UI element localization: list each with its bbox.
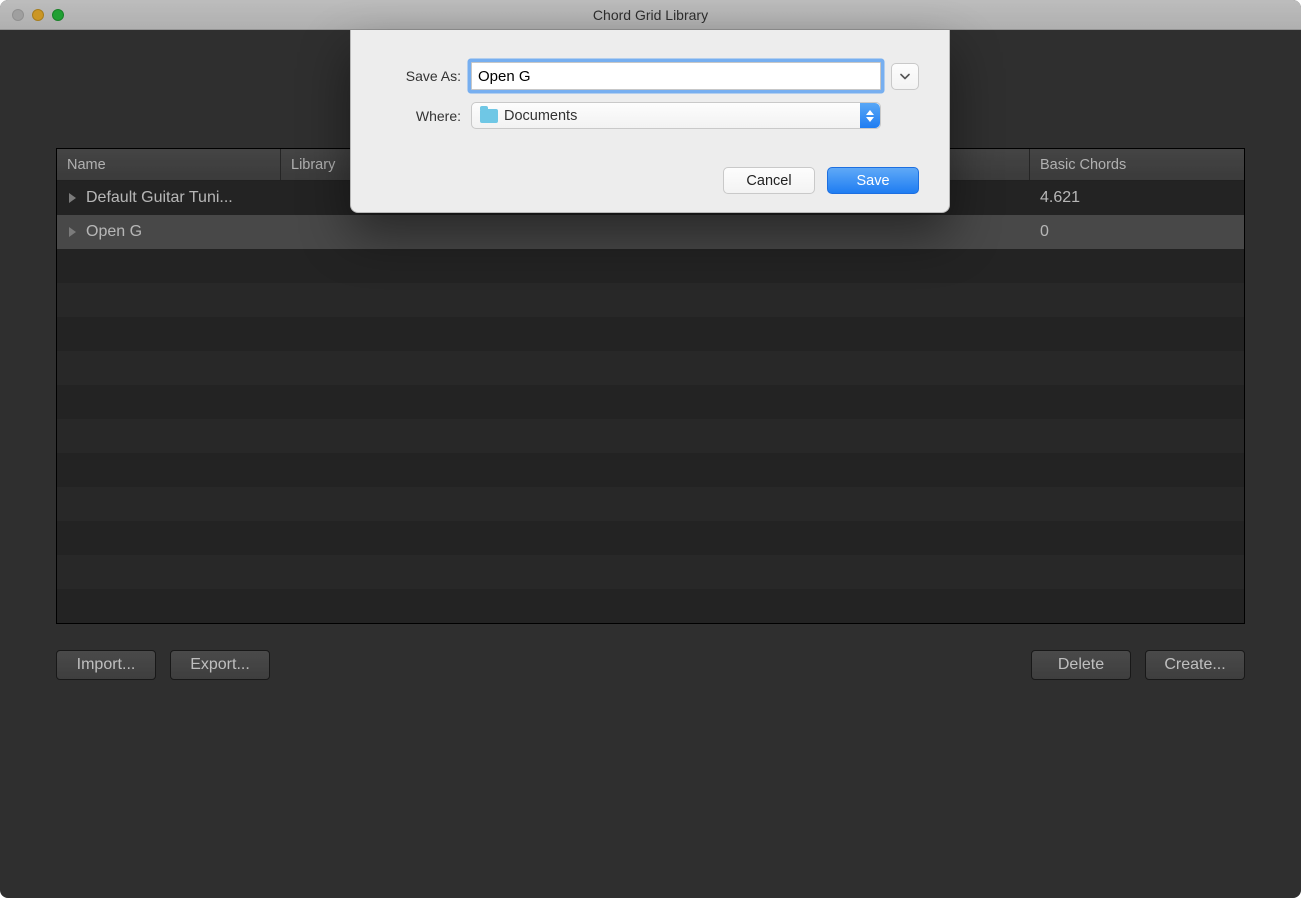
export-button[interactable]: Export...: [170, 650, 270, 680]
titlebar: Chord Grid Library: [0, 0, 1301, 30]
table-row: [57, 249, 1244, 283]
disclosure-icon[interactable]: [69, 193, 76, 203]
footer-buttons: Import... Export... Delete Create...: [56, 650, 1245, 680]
where-value: Documents: [504, 108, 577, 124]
table-row: [57, 385, 1244, 419]
row-basic: 4.621: [1040, 189, 1080, 207]
close-window-button[interactable]: [12, 9, 24, 21]
row-name: Default Guitar Tuni...: [86, 189, 233, 207]
expand-sheet-button[interactable]: [891, 63, 919, 90]
table-row: [57, 351, 1244, 385]
table-row: [57, 521, 1244, 555]
minimize-window-button[interactable]: [32, 9, 44, 21]
table-row: [57, 419, 1244, 453]
table-row: [57, 487, 1244, 521]
library-table: Name Library Basic Chords Default Guitar…: [56, 148, 1245, 624]
window-title: Chord Grid Library: [0, 7, 1301, 23]
col-basic[interactable]: Basic Chords: [1030, 149, 1244, 180]
traffic-lights: [12, 9, 64, 21]
where-select[interactable]: Documents: [471, 102, 881, 129]
table-row: [57, 453, 1244, 487]
folder-icon: [480, 109, 498, 123]
chevron-down-icon: [900, 69, 910, 83]
where-label: Where:: [381, 108, 461, 124]
table-row[interactable]: Open G 0: [57, 215, 1244, 249]
col-name[interactable]: Name: [57, 149, 281, 180]
save-as-label: Save As:: [381, 68, 461, 84]
save-as-input[interactable]: [471, 62, 881, 90]
table-row: [57, 589, 1244, 623]
save-button[interactable]: Save: [827, 167, 919, 194]
cancel-button[interactable]: Cancel: [723, 167, 815, 194]
import-button[interactable]: Import...: [56, 650, 156, 680]
maximize-window-button[interactable]: [52, 9, 64, 21]
chord-grid-library-window: Chord Grid Library Name Library Basic Ch…: [0, 0, 1301, 898]
table-body: Default Guitar Tuni... 4.621 Open G 0: [57, 181, 1244, 623]
table-row: [57, 555, 1244, 589]
save-sheet: Save As: Where: Documents Cancel S: [350, 30, 950, 213]
create-button[interactable]: Create...: [1145, 650, 1245, 680]
row-basic: 0: [1040, 223, 1049, 241]
table-row: [57, 283, 1244, 317]
select-stepper-icon: [860, 103, 880, 128]
table-row: [57, 317, 1244, 351]
delete-button[interactable]: Delete: [1031, 650, 1131, 680]
disclosure-icon[interactable]: [69, 227, 76, 237]
row-name: Open G: [86, 223, 142, 241]
